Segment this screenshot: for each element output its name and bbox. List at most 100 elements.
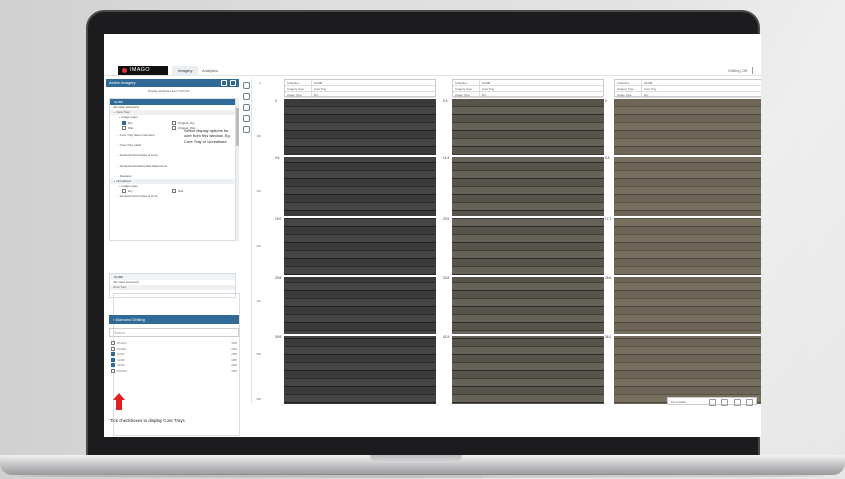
tree-item-label: Features — [119, 173, 132, 178]
drillhole-checkbox[interactable] — [111, 363, 115, 368]
left-panel: Active Imagery Display attributes from C… — [106, 79, 240, 436]
depth-label: 41.5 — [442, 335, 451, 339]
ut-dry-checkbox[interactable] — [122, 189, 126, 194]
drillhole-checkbox[interactable] — [111, 368, 115, 373]
zoom-label[interactable]: Fit to width — [671, 400, 686, 404]
columns-icon[interactable] — [242, 82, 250, 89]
tray-separator — [614, 275, 761, 277]
csv-hint[interactable]: Display attributes from CSV file — [148, 89, 190, 94]
logo-text: IMAGO — [130, 67, 150, 73]
drillhole-name: HL098 — [117, 358, 125, 362]
column-info-table: Collection HL098 Imagery Type Core Tray Imag… — [284, 79, 436, 98]
laptop-notch — [370, 455, 462, 463]
depth-label: 26.6 — [604, 276, 613, 280]
tag-icon[interactable] — [242, 115, 250, 122]
wet-label: Wet — [128, 125, 134, 130]
ut-wet-label: Wet — [178, 189, 184, 194]
core-tray-texture — [614, 99, 761, 404]
dataset-title: Diamond Drilling — [115, 317, 145, 322]
panel-title: Active Imagery — [109, 80, 136, 85]
tree-item-label: Geotechnical Recorded Statements — [119, 163, 168, 168]
depth-label: 36.2 — [604, 335, 613, 339]
info-value: Dry — [641, 92, 648, 98]
axis-tick-label: 400 — [256, 299, 261, 303]
second-tree: HL098 (No label assigned) Core Tray — [109, 273, 240, 436]
settings-icon[interactable] — [734, 398, 741, 406]
tab-analytics[interactable]: Analytics — [196, 66, 224, 76]
depth-label: 17.7 — [604, 217, 613, 221]
drillhole-checkbox[interactable] — [111, 357, 115, 362]
depth-axis: 0 100 200 300 400 500 600 — [252, 79, 262, 404]
depth-label: 23.5 — [442, 217, 451, 221]
ut-dry-label: Dry — [128, 189, 133, 194]
drillhole-name: RC1014 — [117, 342, 127, 345]
depth-label: 14.3 — [442, 156, 451, 160]
tray-separator — [452, 334, 604, 336]
active-imagery-header: Active Imagery — [106, 79, 239, 87]
wet-checkbox[interactable] — [122, 125, 126, 130]
drillhole-checkbox[interactable] — [111, 352, 115, 357]
depth-label: 39.8 — [274, 335, 283, 339]
tree-ut-item[interactable]: › Geotechnical Codes of Core — [110, 194, 235, 199]
arrow-head — [113, 393, 125, 400]
drillhole-checkbox[interactable] — [111, 346, 115, 351]
column-info-table: Collection HL098 Imagery Type Core Tray Imag… — [614, 79, 761, 98]
core-tray-image[interactable] — [284, 99, 436, 404]
info-icon[interactable] — [242, 93, 250, 100]
info-key: Imagery Type — [617, 87, 634, 91]
tray-separator — [452, 155, 604, 157]
original-dry-checkbox[interactable] — [172, 120, 176, 125]
search-input[interactable]: Search — [109, 328, 239, 337]
more-icon[interactable] — [746, 398, 753, 406]
red-arrow — [113, 393, 125, 410]
original-wet-checkbox[interactable] — [172, 125, 176, 130]
ut-item-label: Geotechnical Codes of Core — [119, 194, 158, 199]
save-icon[interactable] — [221, 80, 227, 86]
info-value: Dry — [311, 92, 318, 98]
original-dry-label: Original_Dry — [178, 120, 195, 125]
dry-checkbox[interactable] — [122, 120, 126, 125]
axis-tick-label: 300 — [256, 244, 261, 248]
drillhole-name: RC2901 — [117, 347, 127, 351]
arrow-shaft — [116, 400, 122, 410]
bottom-toolbar: Fit to width — [667, 397, 757, 406]
axis-tick-label: 100 — [256, 134, 261, 138]
tab-imagery[interactable]: Imagery — [172, 66, 199, 76]
unrealized-label: Unrealized — [116, 178, 131, 183]
zoom-out-icon[interactable] — [721, 398, 728, 406]
imago-logo[interactable]: IMAGO — [118, 66, 168, 75]
folder-icon[interactable] — [230, 80, 236, 86]
core-tray-image[interactable] — [614, 99, 761, 404]
depth-label: 0 — [604, 99, 608, 103]
layers-icon[interactable] — [242, 126, 250, 133]
list-item[interactable]: RC3150 1985 — [109, 368, 239, 375]
core-tray-image[interactable] — [452, 99, 604, 404]
tree2-core-tray[interactable]: Core Tray — [110, 285, 235, 290]
dataset-header[interactable]: ‹ Diamond Drilling — [109, 315, 239, 324]
app-screen: IMAGO Imagery Analytics Editing Off Acti… — [104, 34, 761, 437]
ut-wet-checkbox[interactable] — [172, 189, 176, 194]
info-value: Dry — [479, 92, 486, 98]
zoom-in-icon[interactable] — [709, 398, 716, 406]
tree-item[interactable]: › Geotechnical Codes of Core — [110, 153, 235, 158]
user-icon[interactable] — [242, 104, 250, 111]
tree-scrollbar[interactable] — [236, 98, 239, 241]
tree-item[interactable]: › Geotechnical Recorded Statements — [110, 164, 235, 169]
depth-label: 19.0 — [274, 217, 283, 221]
drillhole-name: HL097 — [117, 353, 125, 356]
tray-separator — [284, 155, 436, 157]
tree-item[interactable]: › Core Tray Label — [110, 143, 235, 148]
tray-separator — [614, 155, 761, 157]
depth-label: 0 — [274, 99, 278, 103]
tray-separator — [284, 275, 436, 277]
image-types-label: Image types — [121, 115, 138, 120]
drillhole-checkbox[interactable] — [111, 341, 115, 346]
depth-label: 6.3 — [442, 99, 449, 103]
laptop-shadow — [20, 474, 825, 478]
tray-separator — [614, 216, 761, 218]
core-tray-texture — [284, 99, 436, 404]
editing-toggle[interactable]: Editing Off — [728, 66, 747, 76]
dry-label: Dry — [128, 120, 133, 125]
scrollbar-thumb[interactable] — [236, 108, 239, 146]
drillhole-name: RC3150 — [117, 369, 127, 373]
